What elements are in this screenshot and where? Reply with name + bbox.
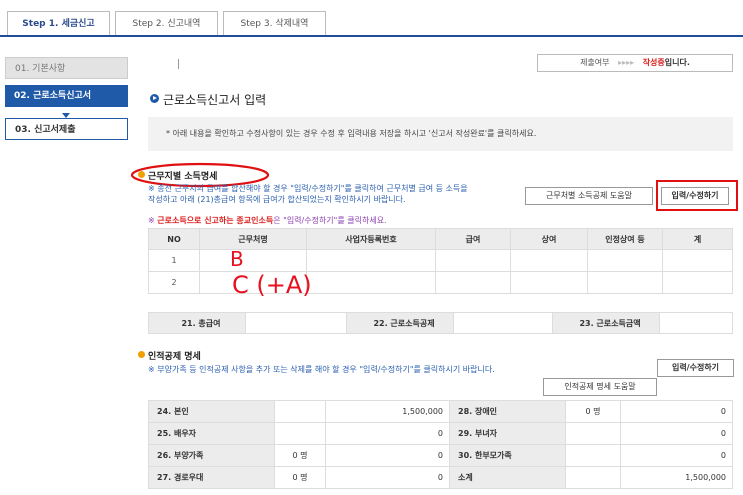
- col-salary: 급여: [435, 228, 511, 250]
- col-bonus: 상여: [510, 228, 588, 250]
- row-value: 0: [325, 444, 450, 467]
- row-value: 1,500,000: [325, 400, 450, 423]
- sidebar-item-earned-income[interactable]: 02. 근로소득신고서: [5, 85, 128, 107]
- row-count: [274, 422, 326, 445]
- personal-help-button[interactable]: 인적공제 명세 도움말: [543, 378, 657, 396]
- sidebar-item-submit[interactable]: 03. 신고서제출: [5, 118, 128, 140]
- status-badge: 제출여부 ▸▸▸▸ 작성중입니다.: [537, 54, 733, 72]
- row-value: 0: [325, 466, 450, 489]
- tab-step1[interactable]: Step 1. 세금신고: [7, 11, 110, 35]
- table-row: 25. 배우자 0 29. 부녀자 0: [148, 422, 733, 445]
- sum-deduction-value: [453, 312, 553, 334]
- note-suffix: 은 "입력/수정하기"를 클릭하세요.: [273, 216, 387, 225]
- note-prefix: ※: [148, 216, 158, 225]
- col-no: NO: [148, 228, 200, 250]
- sum-total-salary-label: 21. 총급여: [148, 312, 246, 334]
- row-no: 2: [148, 271, 200, 294]
- personal-edit-button[interactable]: 입력/수정하기: [657, 359, 734, 377]
- row-label: 27. 경로우대: [148, 466, 275, 489]
- handwritten-c: C (+A): [232, 271, 312, 299]
- row-count: [274, 400, 326, 423]
- cell: [662, 271, 733, 294]
- cell: [435, 249, 511, 272]
- row-count: [565, 466, 621, 489]
- sum-total-salary-value: [245, 312, 347, 334]
- col-workplace: 근무처명: [199, 228, 307, 250]
- notice-box: * 아래 내용을 확인하고 수정사항이 있는 경우 수정 후 입력내용 저장을 …: [148, 117, 733, 151]
- cell: [306, 249, 436, 272]
- sum-income-label: 23. 근로소득금액: [552, 312, 660, 334]
- tab-step3[interactable]: Step 3. 삭제내역: [223, 11, 326, 35]
- row-value: 1,500,000: [620, 466, 733, 489]
- cell: [199, 249, 307, 272]
- personal-desc: ※ 부양가족 등 인적공제 사항을 추가 또는 삭제를 해야 할 경우 "입력/…: [148, 365, 495, 374]
- row-label: 28. 장애인: [449, 400, 566, 423]
- status-arrows: ▸▸▸▸: [618, 58, 635, 67]
- row-label: 24. 본인: [148, 400, 275, 423]
- col-total: 계: [662, 228, 733, 250]
- status-label: 제출여부: [580, 58, 610, 67]
- income-summary: 21. 총급여 22. 근로소득공제 23. 근로소득금액: [148, 312, 733, 334]
- row-label: 30. 한부모가족: [449, 444, 566, 467]
- workplace-help-button[interactable]: 근무처별 소득공제 도움말: [525, 187, 653, 205]
- sum-income-value: [659, 312, 733, 334]
- status-value: 작성중: [642, 58, 665, 67]
- row-label: 소계: [449, 466, 566, 489]
- row-label: 26. 부양가족: [148, 444, 275, 467]
- divider: [178, 59, 179, 69]
- row-value: 0: [620, 400, 733, 423]
- cell: [510, 249, 588, 272]
- row-value: 0: [620, 444, 733, 467]
- handwritten-b: B: [230, 247, 244, 271]
- note-red: 근로소득으로 신고하는 종교인소득: [157, 216, 274, 225]
- cell: [435, 271, 511, 294]
- page-title: 근로소득신고서 입력: [163, 93, 267, 107]
- tab-step2[interactable]: Step 2. 신고내역: [115, 11, 218, 35]
- row-value: 0: [620, 422, 733, 445]
- section-title-personal: 인적공제 명세: [148, 352, 201, 362]
- table-row: 26. 부양가족 0 명 0 30. 한부모가족 0: [148, 444, 733, 467]
- section-bullet-icon: [138, 351, 145, 358]
- cell: [587, 249, 663, 272]
- workplace-desc-1: ※ 종전 근무지의 급여를 합산해야 할 경우 "입력/수정하기"를 클릭하여 …: [148, 184, 468, 193]
- cell: [662, 249, 733, 272]
- status-suffix: 입니다.: [664, 58, 690, 67]
- row-count: 0 명: [274, 444, 326, 467]
- row-no: 1: [148, 249, 200, 272]
- religious-income-note: ※ 근로소득으로 신고하는 종교인소득은 "입력/수정하기"를 클릭하세요.: [148, 215, 387, 226]
- row-count: 0 명: [274, 466, 326, 489]
- cell: [587, 271, 663, 294]
- sum-deduction-label: 22. 근로소득공제: [346, 312, 454, 334]
- sidebar-item-basic[interactable]: 01. 기본사항: [5, 57, 128, 79]
- row-count: [565, 422, 621, 445]
- annotation-box: [656, 180, 738, 211]
- col-recognized-bonus: 인정상여 등: [587, 228, 663, 250]
- row-count: [565, 444, 621, 467]
- col-bizno: 사업자등록번호: [306, 228, 436, 250]
- table-row: 24. 본인 1,500,000 28. 장애인 0 명 0: [148, 400, 733, 423]
- tab-underline: [0, 35, 743, 37]
- heading-bullet-icon: [150, 94, 159, 103]
- table-row: 27. 경로우대 0 명 0 소계 1,500,000: [148, 466, 733, 489]
- row-label: 29. 부녀자: [449, 422, 566, 445]
- workplace-desc-2: 작성하고 아래 (21)총급여 항목에 급여가 합산되었는지 확인하시기 바랍니…: [148, 195, 406, 204]
- personal-deduction-table: 24. 본인 1,500,000 28. 장애인 0 명 0 25. 배우자 0…: [148, 400, 733, 489]
- cell: [510, 271, 588, 294]
- row-label: 25. 배우자: [148, 422, 275, 445]
- row-count: 0 명: [565, 400, 621, 423]
- cell: [306, 271, 436, 294]
- row-value: 0: [325, 422, 450, 445]
